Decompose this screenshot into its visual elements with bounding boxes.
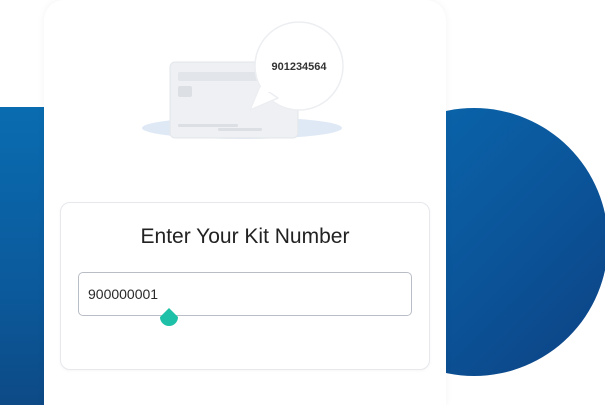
kit-number-input[interactable] — [78, 272, 412, 316]
screen: 901234564 Enter Your Kit Number — [0, 0, 605, 405]
illustration-card-line — [218, 128, 262, 131]
kit-card-illustration: 901234564 — [142, 21, 344, 139]
illustration-card-chip — [178, 86, 192, 97]
bubble-number: 901234564 — [271, 61, 327, 73]
main-card: 901234564 Enter Your Kit Number — [44, 0, 446, 405]
illustration-card-line — [178, 124, 238, 127]
kit-number-title: Enter Your Kit Number — [140, 225, 350, 248]
kit-number-form: Enter Your Kit Number — [60, 202, 430, 370]
text-cursor-handle-icon[interactable] — [158, 307, 180, 329]
